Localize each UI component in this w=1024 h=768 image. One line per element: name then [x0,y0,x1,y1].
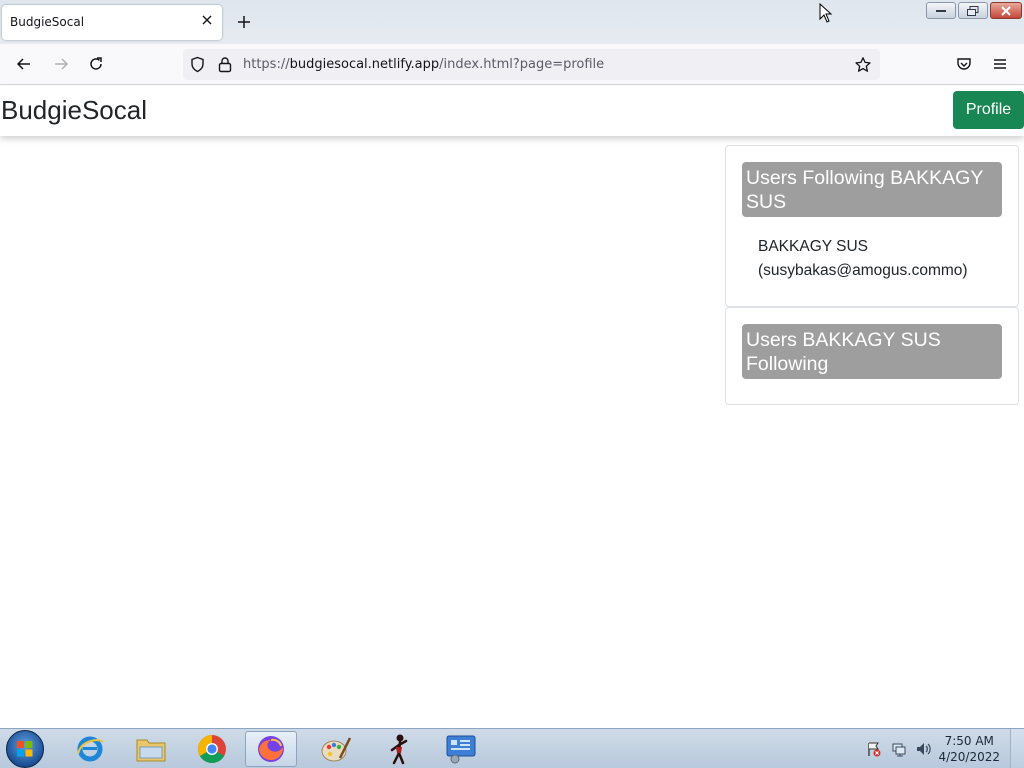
url-bar[interactable]: https://budgiesocal.netlify.app/index.ht… [183,49,880,80]
taskbar-app-chrome[interactable] [186,731,238,767]
url-host: budgiesocal.netlify.app [289,57,440,72]
minimize-icon [936,9,946,12]
close-tab-icon[interactable] [200,13,214,27]
url-text[interactable]: https://budgiesocal.netlify.app/index.ht… [243,57,604,72]
taskbar: 7:50 AM 4/20/2022 [0,728,1024,768]
bookmark-star-icon[interactable] [854,56,872,74]
url-scheme: https:// [243,57,290,72]
windows-logo-icon [17,741,33,757]
clock-time: 7:50 AM [944,734,994,748]
site-brand[interactable]: BudgieSocal [1,95,147,126]
followers-card: Users Following BAKKAGY SUS BAKKAGY SUS … [725,145,1019,307]
back-icon[interactable] [15,55,33,73]
url-path: /index.html?page=profile [439,57,605,72]
profile-button[interactable]: Profile [953,91,1024,129]
restore-button[interactable] [958,2,988,19]
clock-date: 4/20/2022 [938,750,1000,764]
close-window-button[interactable] [990,2,1022,19]
taskbar-app-firefox[interactable] [245,731,297,767]
followers-card-title: Users Following BAKKAGY SUS [742,162,1002,217]
pocket-icon[interactable] [955,55,973,73]
network-icon[interactable] [891,741,907,757]
show-desktop-button[interactable] [1010,729,1024,768]
taskbar-app-internet-explorer[interactable] [64,731,116,767]
paint-icon [321,737,352,762]
action-center-flag-icon[interactable] [866,741,882,757]
file-explorer-icon [136,739,166,762]
taskbar-app-file-explorer[interactable] [125,731,177,767]
tab-title: BudgieSocal [10,15,85,29]
forward-icon[interactable] [52,55,70,73]
list-item: BAKKAGY SUS (susybakas@amogus.commo) [758,235,1008,283]
taskbar-app-stick-figure[interactable] [373,731,425,767]
site-header: BudgieSocal Profile [0,86,1024,136]
firefox-icon [258,736,284,762]
following-card-title: Users BAKKAGY SUS Following [742,324,1002,379]
browser-navbar: https://budgiesocal.netlify.app/index.ht… [0,44,1024,85]
lock-icon[interactable] [217,56,233,73]
minimize-button[interactable] [926,2,956,19]
menu-hamburger-icon[interactable] [991,55,1009,73]
browser-titlebar: BudgieSocal [0,0,1024,44]
user-name: BAKKAGY SUS [758,238,868,255]
taskbar-app-control-panel[interactable] [435,731,487,767]
start-button[interactable] [6,730,44,768]
tracking-protection-shield-icon[interactable] [189,56,206,73]
volume-icon[interactable] [915,741,931,757]
internet-explorer-icon [77,736,104,762]
following-card: Users BAKKAGY SUS Following [725,307,1019,405]
reload-icon[interactable] [87,55,105,73]
stick-figure-app-icon [390,734,408,765]
new-tab-icon[interactable] [236,14,252,30]
control-panel-icon [446,735,476,764]
close-icon [1001,5,1011,16]
mouse-cursor-icon [819,3,833,23]
restore-icon [967,5,979,16]
chrome-icon [198,735,226,763]
taskbar-app-paint[interactable] [310,731,362,767]
window-controls [926,2,1022,20]
browser-tab[interactable]: BudgieSocal [2,5,222,40]
taskbar-clock[interactable]: 7:50 AM 4/20/2022 [938,733,1000,765]
user-email: (susybakas@amogus.commo) [758,262,968,279]
